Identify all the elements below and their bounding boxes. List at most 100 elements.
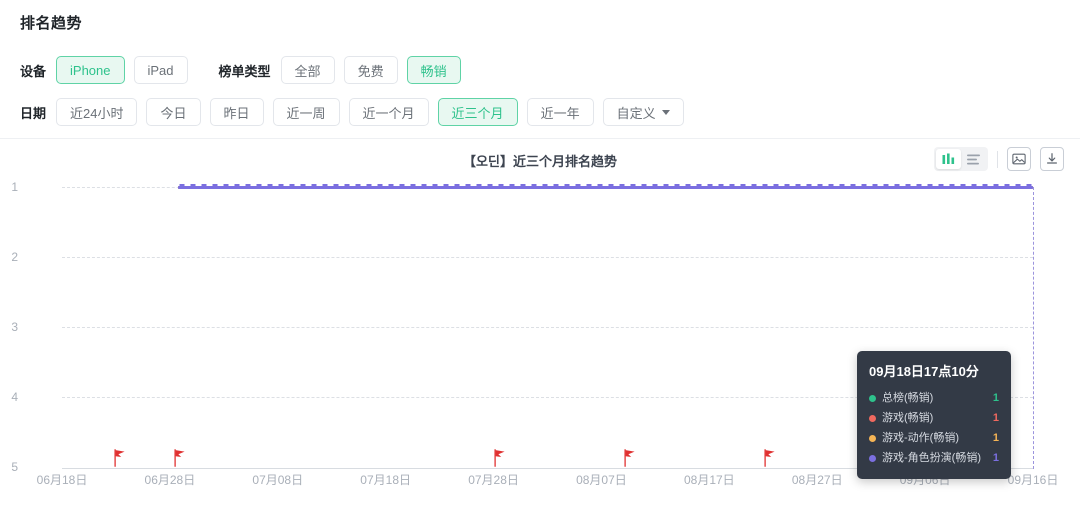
data-point-marker: [334, 184, 339, 189]
data-point-marker: [829, 184, 834, 189]
data-point-marker: [576, 184, 581, 189]
data-point-marker: [422, 184, 427, 189]
data-point-marker: [312, 184, 317, 189]
date-option-last24h[interactable]: 近24小时: [56, 98, 137, 126]
date-option-last-month[interactable]: 近一个月: [349, 98, 429, 126]
data-point-marker: [1005, 184, 1010, 189]
date-option-yesterday[interactable]: 昨日: [210, 98, 264, 126]
version-flag-icon[interactable]: [113, 449, 126, 467]
list-type-option-free[interactable]: 免费: [344, 56, 398, 84]
version-flag-icon[interactable]: [763, 449, 776, 467]
chart-toolbar: [934, 147, 1064, 171]
view-mode-toggle[interactable]: [934, 147, 988, 171]
device-option-ipad[interactable]: iPad: [134, 56, 188, 84]
data-point-marker: [785, 184, 790, 189]
x-axis-tick: 07月28日: [468, 471, 519, 488]
x-axis-tick: 06月28日: [145, 471, 196, 488]
data-point-marker: [268, 184, 273, 189]
data-point-marker: [763, 184, 768, 189]
data-point-marker: [730, 184, 735, 189]
data-point-marker: [895, 184, 900, 189]
data-point-marker: [631, 184, 636, 189]
data-point-marker: [708, 184, 713, 189]
data-point-marker: [906, 184, 911, 189]
x-axis-tick: 08月27日: [792, 471, 843, 488]
y-axis-tick: 1: [0, 180, 18, 194]
chart-title: 【오딘】近三个月排名趋势: [0, 151, 1080, 170]
date-option-last-year[interactable]: 近一年: [527, 98, 594, 126]
list-type-option-all[interactable]: 全部: [281, 56, 335, 84]
data-point-marker: [367, 184, 372, 189]
tooltip-series-value: 1: [993, 448, 999, 468]
version-flag-icon[interactable]: [493, 449, 506, 467]
data-point-marker: [224, 184, 229, 189]
date-option-today[interactable]: 今日: [146, 98, 200, 126]
series-markers: [62, 184, 1033, 191]
data-point-marker: [235, 184, 240, 189]
data-point-marker: [840, 184, 845, 189]
data-point-marker: [433, 184, 438, 189]
data-point-marker: [180, 184, 185, 189]
date-option-last-three-months[interactable]: 近三个月: [438, 98, 518, 126]
data-point-marker: [532, 184, 537, 189]
data-point-marker: [213, 184, 218, 189]
gridline: [62, 257, 1033, 258]
data-point-marker: [851, 184, 856, 189]
data-point-marker: [510, 184, 515, 189]
data-point-marker: [521, 184, 526, 189]
data-point-marker: [1016, 184, 1021, 189]
data-point-marker: [455, 184, 460, 189]
data-point-marker: [400, 184, 405, 189]
data-point-marker: [862, 184, 867, 189]
version-flag-icon[interactable]: [623, 449, 636, 467]
data-point-marker: [301, 184, 306, 189]
data-point-marker: [994, 184, 999, 189]
version-flag-icon[interactable]: [173, 449, 186, 467]
data-point-marker: [873, 184, 878, 189]
data-point-marker: [961, 184, 966, 189]
list-type-option-grossing[interactable]: 畅销: [407, 56, 461, 84]
data-point-marker: [191, 184, 196, 189]
x-axis-tick: 08月07日: [576, 471, 627, 488]
tooltip-row: 总榜(畅销) 1: [869, 388, 999, 408]
data-point-marker: [598, 184, 603, 189]
x-axis-tick: 07月08日: [252, 471, 303, 488]
tooltip-series-name: 游戏-动作(畅销): [882, 428, 987, 448]
data-point-marker: [356, 184, 361, 189]
hover-crosshair: [1033, 187, 1034, 469]
date-option-last-week[interactable]: 近一周: [273, 98, 340, 126]
data-point-marker: [752, 184, 757, 189]
image-export-icon[interactable]: [1007, 147, 1031, 171]
date-option-custom[interactable]: 自定义: [603, 98, 684, 126]
data-point-marker: [928, 184, 933, 189]
data-point-marker: [697, 184, 702, 189]
download-icon[interactable]: [1040, 147, 1064, 171]
tooltip-series-name: 总榜(畅销): [882, 388, 987, 408]
list-view-icon[interactable]: [961, 149, 986, 169]
data-point-marker: [609, 184, 614, 189]
bar-chart-icon[interactable]: [936, 149, 961, 169]
data-point-marker: [378, 184, 383, 189]
data-point-marker: [917, 184, 922, 189]
x-axis-tick: 06月18日: [37, 471, 88, 488]
data-point-marker: [686, 184, 691, 189]
device-option-iphone[interactable]: iPhone: [56, 56, 124, 84]
data-point-marker: [554, 184, 559, 189]
data-point-marker: [389, 184, 394, 189]
x-axis-tick: 08月17日: [684, 471, 735, 488]
data-point-marker: [345, 184, 350, 189]
data-point-marker: [290, 184, 295, 189]
data-point-marker: [653, 184, 658, 189]
y-axis-tick: 3: [0, 320, 18, 334]
data-point-marker: [675, 184, 680, 189]
device-filter-row: 设备 iPhone iPad 榜单类型 全部 免费 畅销: [20, 56, 470, 84]
tooltip-series-name: 游戏-角色扮演(畅销): [882, 448, 987, 468]
data-point-marker: [202, 184, 207, 189]
data-point-marker: [279, 184, 284, 189]
data-point-marker: [257, 184, 262, 189]
y-axis-tick: 4: [0, 390, 18, 404]
ranking-trend-page: 排名趋势 设备 iPhone iPad 榜单类型 全部 免费 畅销 日期 近24…: [0, 0, 1080, 530]
chart-tooltip: 09月18日17点10分 总榜(畅销) 1 游戏(畅销) 1 游戏-动作(畅销)…: [857, 351, 1011, 479]
data-point-marker: [950, 184, 955, 189]
date-filter-row: 日期 近24小时 今日 昨日 近一周 近一个月 近三个月 近一年 自定义: [20, 98, 693, 126]
